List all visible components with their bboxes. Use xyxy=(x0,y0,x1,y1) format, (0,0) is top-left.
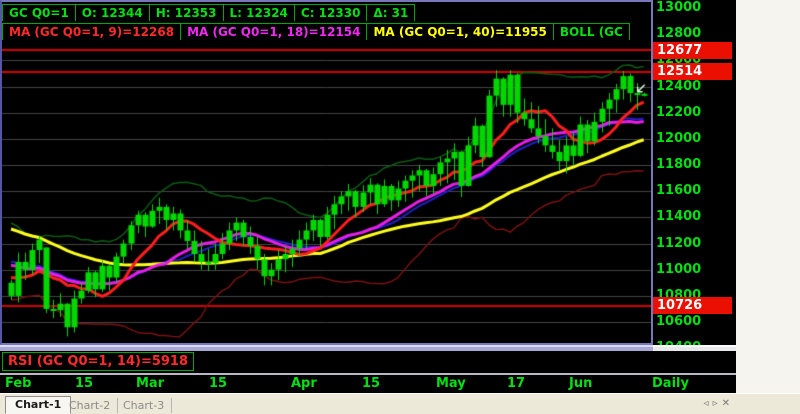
price-chart-canvas[interactable] xyxy=(2,40,651,345)
y-axis-label: 10600 xyxy=(656,314,701,330)
x-tick: 15 xyxy=(362,376,380,391)
chart-window: GC Q0=1O: 12344H: 12353L: 12324C: 12330Δ… xyxy=(0,0,653,345)
tab-chart-3[interactable]: Chart-3 xyxy=(116,398,172,413)
right-margin xyxy=(736,0,800,393)
ma40-label[interactable]: MA (GC Q0=1, 40)=11955 xyxy=(366,23,553,40)
interval-label[interactable]: Daily xyxy=(652,376,689,391)
tab-nav: ◃▹✕ xyxy=(704,398,734,409)
price-alert-badge: 12514 xyxy=(653,63,732,80)
x-tick: 17 xyxy=(507,376,525,391)
x-tick: May xyxy=(436,376,466,391)
symbol-box: GC Q0=1 xyxy=(2,4,76,21)
scroll-right-icon[interactable]: ▹ xyxy=(713,398,722,409)
y-axis-label: 11200 xyxy=(656,236,701,252)
rsi-pane: RSI (GC Q0=1, 14)=5918 xyxy=(0,351,736,373)
y-axis-label: 13000 xyxy=(656,0,701,16)
y-axis-label: 12800 xyxy=(656,26,701,42)
time-axis[interactable]: Feb 15 Mar 15 Apr 15 May 17 Jun Daily xyxy=(0,375,736,393)
close-box: C: 12330 xyxy=(294,4,368,21)
x-tick: Mar xyxy=(136,376,164,391)
x-tick: 15 xyxy=(209,376,227,391)
scroll-left-icon[interactable]: ◃ xyxy=(704,398,713,409)
x-tick: Jun xyxy=(569,376,592,391)
x-tick: 15 xyxy=(75,376,93,391)
price-axis[interactable]: 1300012800126001240012200120001180011600… xyxy=(653,0,736,345)
quote-bar: GC Q0=1O: 12344H: 12353L: 12324C: 12330Δ… xyxy=(2,2,651,21)
ma9-label[interactable]: MA (GC Q0=1, 9)=12268 xyxy=(2,23,181,40)
rsi-label[interactable]: RSI (GC Q0=1, 14)=5918 xyxy=(2,352,194,371)
y-axis-label: 11000 xyxy=(656,262,701,278)
close-icon[interactable]: ✕ xyxy=(722,398,734,409)
y-axis-label: 11400 xyxy=(656,209,701,225)
price-alert-badge: 12677 xyxy=(653,42,732,59)
y-axis-label: 12000 xyxy=(656,131,701,147)
change-box: Δ: 31 xyxy=(366,4,415,21)
y-axis-label: 12400 xyxy=(656,79,701,95)
price-alert-badge: 10726 xyxy=(653,297,732,314)
tab-bar: Chart-1 Chart-2 Chart-3 ◃▹✕ xyxy=(0,393,800,414)
x-tick: Feb xyxy=(5,376,31,391)
x-tick: Apr xyxy=(291,376,317,391)
low-box: L: 12324 xyxy=(223,4,295,21)
y-axis-label: 11600 xyxy=(656,183,701,199)
y-axis-label: 12200 xyxy=(656,105,701,121)
indicator-bar: MA (GC Q0=1, 9)=12268MA (GC Q0=1, 18)=12… xyxy=(2,21,651,40)
ma18-label[interactable]: MA (GC Q0=1, 18)=12154 xyxy=(180,23,367,40)
tab-chart-2[interactable]: Chart-2 xyxy=(62,398,118,413)
y-axis-label: 11800 xyxy=(656,157,701,173)
open-box: O: 12344 xyxy=(75,4,150,21)
high-box: H: 12353 xyxy=(149,4,224,21)
trading-app: GC Q0=1O: 12344H: 12353L: 12324C: 12330Δ… xyxy=(0,0,800,414)
boll-label[interactable]: BOLL (GC xyxy=(553,23,630,40)
